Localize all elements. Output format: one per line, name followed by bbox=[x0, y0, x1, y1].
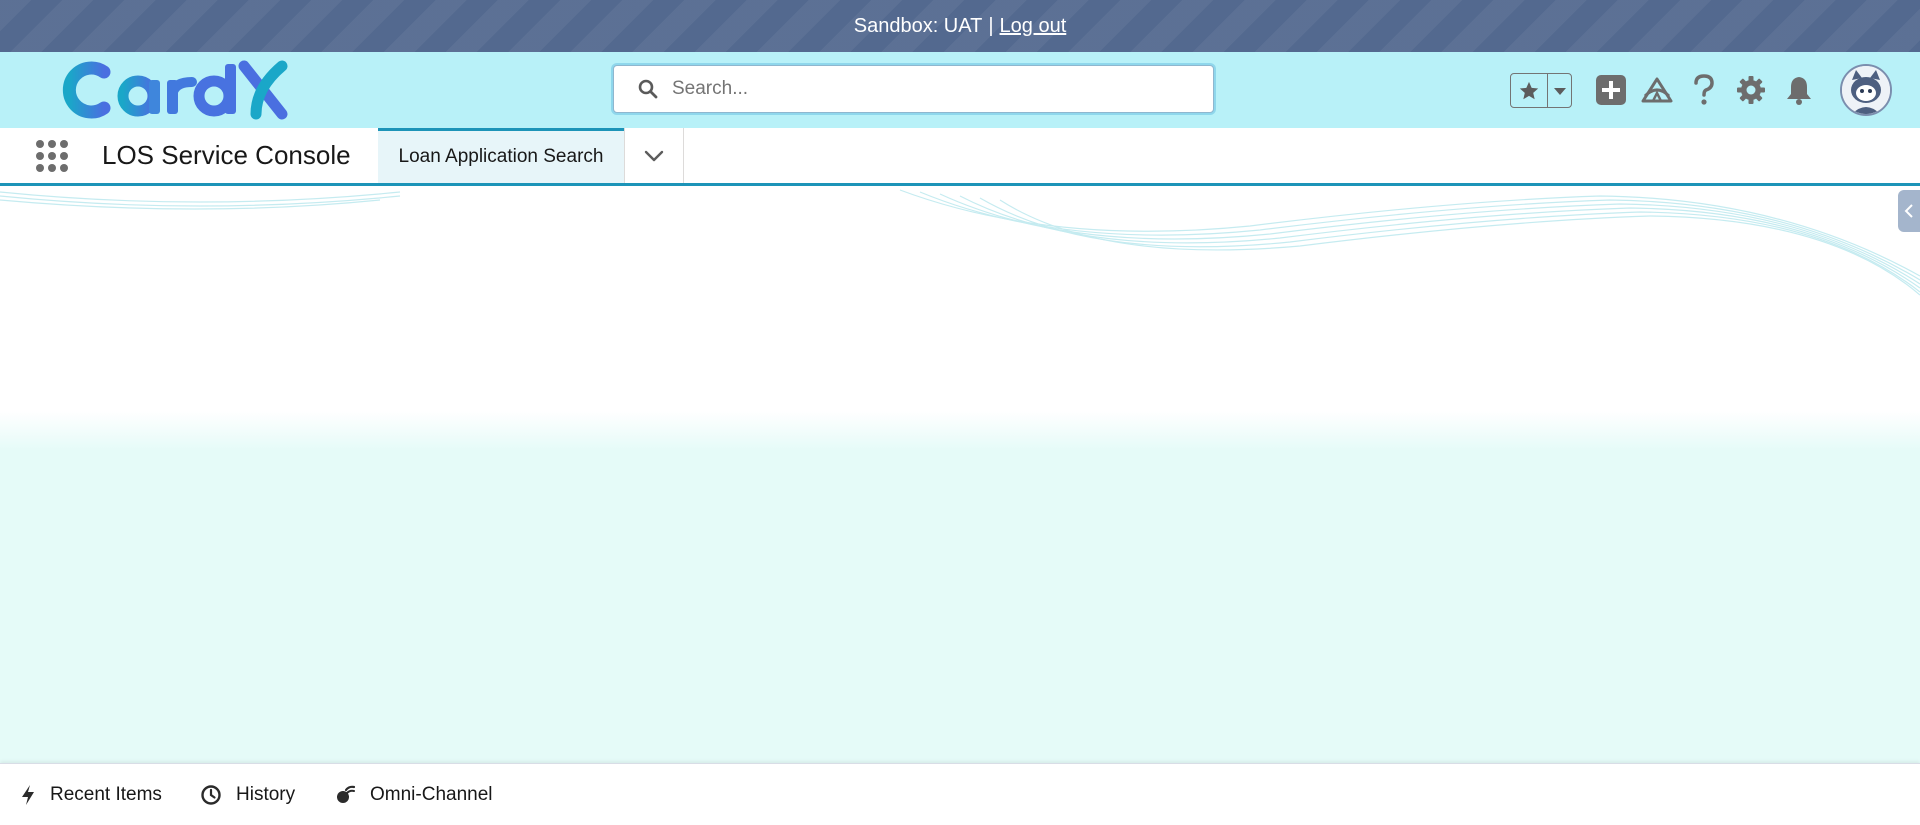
app-launcher-grid-icon bbox=[36, 140, 68, 172]
utility-item-label: Recent Items bbox=[50, 784, 162, 805]
global-search[interactable] bbox=[613, 65, 1214, 113]
notifications-button[interactable] bbox=[1782, 73, 1816, 107]
tab-loan-application-search[interactable]: Loan Application Search bbox=[378, 128, 624, 183]
clock-icon bbox=[201, 785, 221, 805]
help-icon bbox=[1694, 74, 1714, 105]
utility-item-label: Omni-Channel bbox=[370, 784, 493, 805]
tab-overflow-button[interactable] bbox=[624, 128, 684, 183]
favorites-group bbox=[1510, 73, 1572, 108]
search-icon bbox=[638, 79, 658, 99]
trailhead-icon bbox=[1641, 77, 1673, 103]
logout-link[interactable]: Log out bbox=[1000, 15, 1067, 38]
app-launcher-button[interactable] bbox=[34, 138, 70, 174]
utility-item-label: History bbox=[236, 784, 296, 805]
avatar[interactable] bbox=[1840, 64, 1892, 116]
chevron-left-icon bbox=[1904, 204, 1913, 218]
notifications-bell-icon bbox=[1787, 77, 1811, 105]
utility-recent-items[interactable]: Recent Items bbox=[20, 764, 162, 825]
navigation-bar: LOS Service Console Loan Application Sea… bbox=[0, 128, 1920, 186]
omni-channel-icon bbox=[337, 785, 356, 803]
chevron-down-icon bbox=[644, 150, 664, 161]
trailhead-button[interactable] bbox=[1640, 73, 1674, 107]
workspace-content bbox=[0, 186, 1920, 763]
setup-gear-icon bbox=[1737, 76, 1765, 104]
side-panel-toggle[interactable] bbox=[1898, 190, 1920, 232]
tab-label: Loan Application Search bbox=[398, 146, 604, 167]
cardx-logo bbox=[62, 60, 288, 120]
favorites-button[interactable] bbox=[1511, 74, 1548, 107]
sandbox-separator: | bbox=[988, 14, 994, 37]
utility-omni-channel[interactable]: Omni-Channel bbox=[334, 764, 493, 825]
lightning-icon bbox=[22, 785, 34, 805]
utility-bar: Recent Items History Omni-Channel bbox=[0, 763, 1920, 825]
setup-button[interactable] bbox=[1734, 73, 1768, 107]
add-icon bbox=[1596, 75, 1626, 105]
app-name: LOS Service Console bbox=[102, 140, 351, 170]
utility-history[interactable]: History bbox=[200, 764, 295, 825]
sandbox-banner: Sandbox: UAT | Log out bbox=[0, 0, 1920, 52]
avatar-image bbox=[1842, 66, 1890, 114]
favorites-star-icon bbox=[1519, 81, 1539, 99]
help-button[interactable] bbox=[1687, 73, 1721, 107]
sandbox-label: Sandbox: UAT bbox=[853, 14, 983, 37]
chevron-down-icon bbox=[1553, 87, 1566, 95]
global-header bbox=[0, 52, 1920, 128]
global-actions-button[interactable] bbox=[1594, 73, 1628, 107]
search-input[interactable] bbox=[672, 78, 1192, 100]
decorative-waves bbox=[0, 189, 1920, 296]
favorites-dropdown-button[interactable] bbox=[1548, 74, 1571, 107]
